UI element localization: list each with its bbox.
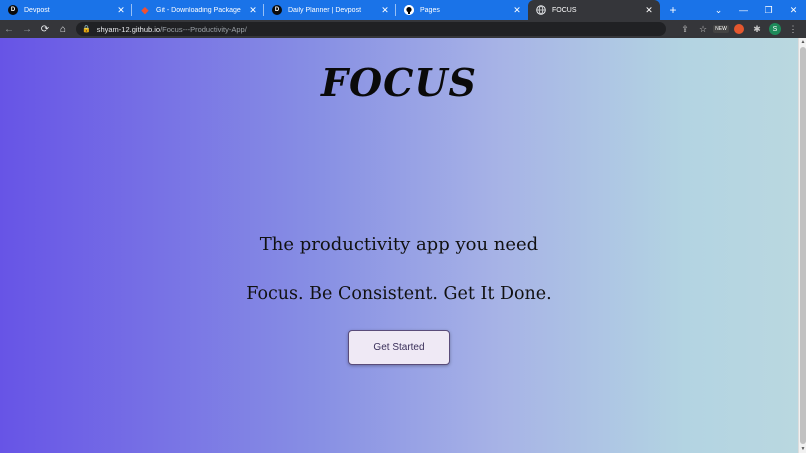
tab-title: Devpost [24, 6, 50, 14]
bookmark-star-icon[interactable]: ☆ [694, 20, 712, 38]
scroll-down-icon[interactable]: ▼ [799, 445, 806, 453]
devpost-icon: D [8, 5, 18, 15]
tab-title: Git - Downloading Package [156, 6, 241, 14]
tab-strip: D Devpost ✕ ◆ Git - Downloading Package … [0, 0, 806, 20]
get-started-button[interactable]: Get Started [348, 330, 450, 365]
tab-focus[interactable]: FOCUS ✕ [528, 0, 660, 20]
forward-button[interactable]: → [18, 20, 36, 38]
tab-daily-planner[interactable]: D Daily Planner | Devpost ✕ [264, 0, 396, 20]
github-icon-graphic [404, 5, 414, 15]
tab-devpost[interactable]: D Devpost ✕ [0, 0, 132, 20]
tab-title: Daily Planner | Devpost [288, 6, 362, 14]
tab-git-downloading[interactable]: ◆ Git - Downloading Package ✕ [132, 0, 264, 20]
scroll-thumb[interactable] [800, 47, 806, 444]
address-bar[interactable]: 🔒 shyam-12.github.io/Focus---Productivit… [76, 22, 666, 36]
close-icon[interactable]: ✕ [644, 5, 654, 16]
tab-title: FOCUS [552, 6, 577, 14]
close-icon[interactable]: ✕ [512, 5, 522, 16]
tab-search-dropdown-icon[interactable]: ⌄ [706, 5, 731, 16]
url-host: shyam-12.github.io [96, 24, 161, 34]
close-window-button[interactable]: ✕ [781, 5, 806, 16]
extensions-puzzle-icon[interactable]: ✱ [748, 20, 766, 38]
browser-menu-icon[interactable]: ⋮ [784, 20, 802, 38]
close-icon[interactable]: ✕ [116, 5, 126, 16]
home-button[interactable]: ⌂ [54, 20, 72, 38]
window-controls: ⌄ — ❐ ✕ [706, 0, 806, 20]
avatar: S [769, 23, 781, 35]
globe-icon-graphic [536, 5, 546, 15]
url-path: /Focus---Productivity-App/ [160, 24, 247, 34]
new-tab-button[interactable]: + [662, 0, 684, 20]
extension-new-icon[interactable]: NEW [712, 20, 730, 38]
devpost-icon: D [272, 5, 282, 15]
extension-new-badge: NEW [713, 25, 729, 33]
toolbar-actions: ⇪ ☆ NEW ✱ S ⋮ [676, 20, 802, 38]
git-icon: ◆ [141, 4, 149, 15]
reload-button[interactable]: ⟳ [36, 20, 54, 38]
extension-red-icon[interactable] [730, 20, 748, 38]
focus-logo: FOCUS [321, 60, 477, 105]
page-headline: The productivity app you need [259, 234, 539, 255]
page-tagline: Focus. Be Consistent. Get It Done. [246, 284, 552, 304]
globe-icon [536, 5, 546, 15]
tab-title: Pages [420, 6, 440, 14]
browser-toolbar: ← → ⟳ ⌂ 🔒 shyam-12.github.io/Focus---Pro… [0, 20, 806, 38]
close-icon[interactable]: ✕ [380, 5, 390, 16]
close-icon[interactable]: ✕ [248, 5, 258, 16]
extension-red-dot [734, 24, 744, 34]
profile-avatar[interactable]: S [766, 20, 784, 38]
vertical-scrollbar[interactable]: ▲ ▼ [798, 38, 806, 453]
share-icon[interactable]: ⇪ [676, 20, 694, 38]
scroll-up-icon[interactable]: ▲ [799, 38, 806, 46]
minimize-button[interactable]: — [731, 5, 756, 15]
lock-icon[interactable]: 🔒 [82, 25, 91, 33]
github-icon [404, 5, 414, 15]
back-button[interactable]: ← [0, 20, 18, 38]
tab-pages[interactable]: Pages ✕ [396, 0, 528, 20]
restore-button[interactable]: ❐ [756, 5, 781, 16]
page-viewport: FOCUS The productivity app you need Focu… [0, 38, 806, 453]
